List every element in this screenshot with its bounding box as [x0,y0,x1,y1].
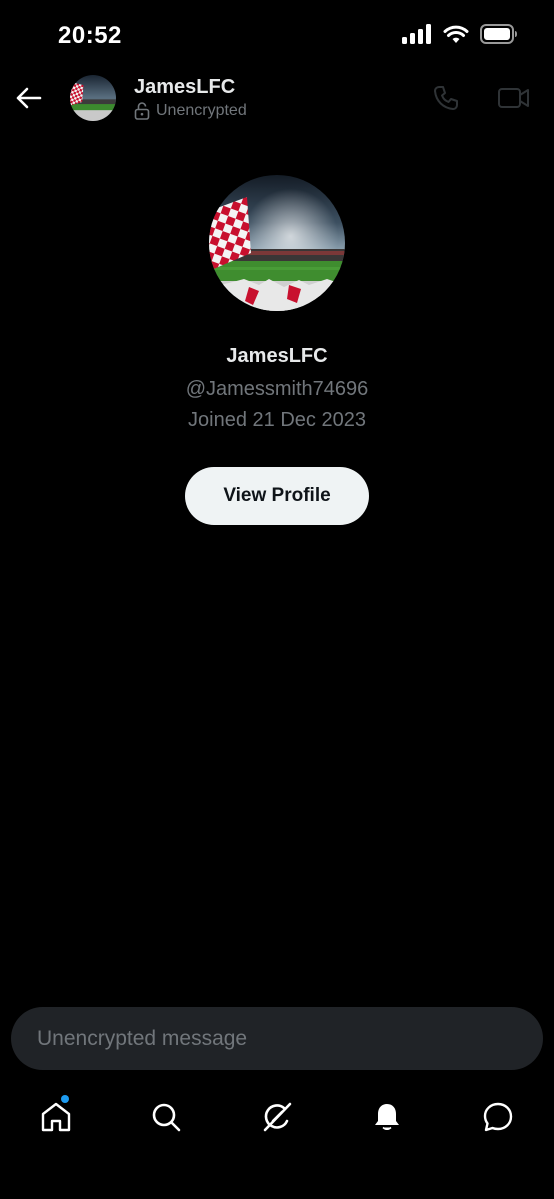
cellular-signal-icon [402,24,432,49]
arrow-left-icon [16,87,42,109]
search-icon [152,1103,181,1132]
nav-grok[interactable] [257,1097,297,1137]
nav-notifications[interactable] [367,1097,407,1137]
phone-icon [434,86,458,110]
battery-icon [480,24,518,49]
header-avatar[interactable] [70,75,116,121]
video-call-button[interactable] [496,82,532,114]
unlocked-padlock-icon [134,102,150,120]
nav-messages[interactable] [478,1097,518,1137]
back-button[interactable] [12,82,44,114]
bottom-navigation [0,1085,554,1147]
grok-icon [263,1102,292,1132]
profile-handle: @Jamessmith74696 [185,378,369,400]
header-name: JamesLFC [134,76,236,98]
profile-name: JamesLFC [226,345,328,367]
wifi-icon [443,24,469,49]
view-profile-button[interactable]: View Profile [185,467,369,525]
conversation-header: JamesLFC Unencrypted [0,70,554,126]
nav-search[interactable] [146,1097,186,1137]
status-time: 20:52 [58,22,122,49]
message-composer[interactable] [11,1007,543,1070]
messages-icon [483,1102,513,1132]
status-icons [402,24,518,49]
home-icon [41,1102,71,1132]
call-button[interactable] [430,82,462,114]
profile-joined-date: Joined 21 Dec 2023 [188,409,366,431]
profile-avatar[interactable] [209,175,345,311]
encryption-status-label: Unencrypted [156,102,247,119]
encryption-status: Unencrypted [134,102,247,120]
message-input[interactable] [35,1025,519,1052]
video-camera-icon [498,88,529,108]
nav-home[interactable] [36,1095,76,1137]
status-bar: 20:52 [0,0,554,70]
notification-dot [61,1095,69,1103]
bell-icon [375,1104,399,1130]
